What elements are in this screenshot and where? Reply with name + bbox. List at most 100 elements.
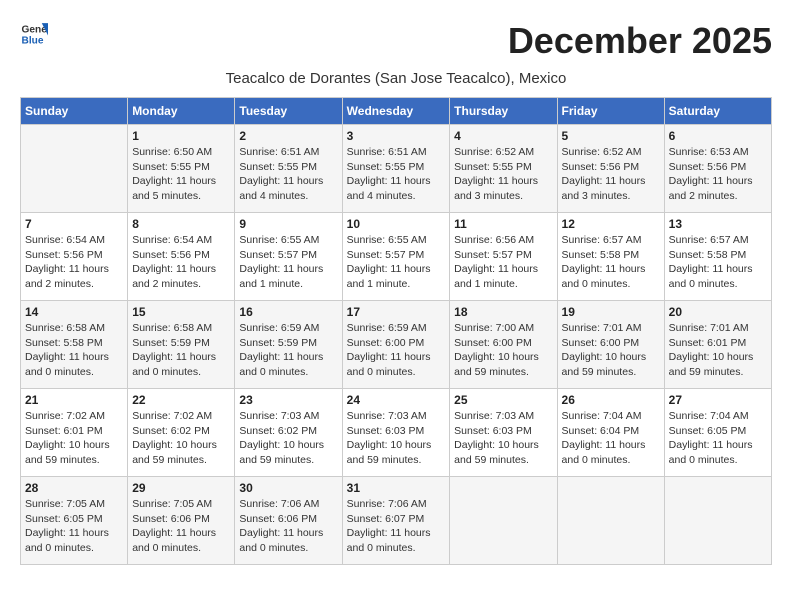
calendar-cell: 1Sunrise: 6:50 AM Sunset: 5:55 PM Daylig… [128, 125, 235, 213]
day-info: Sunrise: 6:50 AM Sunset: 5:55 PM Dayligh… [132, 145, 230, 204]
day-of-week-header: Sunday [21, 98, 128, 125]
day-info: Sunrise: 7:04 AM Sunset: 6:05 PM Dayligh… [669, 409, 767, 468]
day-info: Sunrise: 7:04 AM Sunset: 6:04 PM Dayligh… [562, 409, 660, 468]
logo: General Blue [20, 20, 52, 48]
day-number: 29 [132, 481, 230, 495]
calendar-cell: 2 Sunrise: 6:51 AM Sunset: 5:55 PM Daylig… [235, 125, 342, 213]
calendar-week-row: 1Sunrise: 6:50 AM Sunset: 5:55 PM Daylig… [21, 125, 772, 213]
calendar-cell: 14 Sunrise: 6:58 AM Sunset: 5:58 PM Dayli… [21, 301, 128, 389]
day-info: Sunrise: 6:58 AM Sunset: 5:58 PM Dayligh… [25, 321, 123, 380]
day-number: 27 [669, 393, 767, 407]
day-number: 18 [454, 305, 552, 319]
svg-text:Blue: Blue [22, 35, 44, 46]
day-number: 22 [132, 393, 230, 407]
day-info: Sunrise: 6:59 AM Sunset: 6:00 PM Dayligh… [347, 321, 446, 380]
calendar-cell: 20 Sunrise: 7:01 AM Sunset: 6:01 PM Dayli… [664, 301, 771, 389]
day-info: Sunrise: 6:59 AM Sunset: 5:59 PM Dayligh… [239, 321, 337, 380]
day-number: 15 [132, 305, 230, 319]
calendar-cell: 10Sunrise: 6:55 AM Sunset: 5:57 PM Dayli… [342, 213, 450, 301]
day-of-week-header: Monday [128, 98, 235, 125]
day-info: Sunrise: 6:52 AM Sunset: 5:56 PM Dayligh… [562, 145, 660, 204]
calendar-cell [664, 477, 771, 565]
day-info: Sunrise: 7:00 AM Sunset: 6:00 PM Dayligh… [454, 321, 552, 380]
day-number: 3 [347, 129, 446, 143]
calendar-cell: 26 Sunrise: 7:04 AM Sunset: 6:04 PM Dayli… [557, 389, 664, 477]
day-of-week-header: Thursday [450, 98, 557, 125]
day-info: Sunrise: 6:54 AM Sunset: 5:56 PM Dayligh… [25, 233, 123, 292]
month-title: December 2025 [508, 20, 772, 62]
day-number: 2 [239, 129, 337, 143]
calendar-cell: 9Sunrise: 6:55 AM Sunset: 5:57 PM Daylig… [235, 213, 342, 301]
day-info: Sunrise: 6:54 AM Sunset: 5:56 PM Dayligh… [132, 233, 230, 292]
calendar-cell: 27 Sunrise: 7:04 AM Sunset: 6:05 PM Dayli… [664, 389, 771, 477]
day-number: 10 [347, 217, 446, 231]
day-number: 20 [669, 305, 767, 319]
day-number: 4 [454, 129, 552, 143]
calendar-cell: 7 Sunrise: 6:54 AM Sunset: 5:56 PM Daylig… [21, 213, 128, 301]
calendar-cell: 12 Sunrise: 6:57 AM Sunset: 5:58 PM Dayli… [557, 213, 664, 301]
day-info: Sunrise: 6:57 AM Sunset: 5:58 PM Dayligh… [562, 233, 660, 292]
day-number: 31 [347, 481, 446, 495]
logo-icon: General Blue [20, 20, 48, 48]
calendar-cell: 15Sunrise: 6:58 AM Sunset: 5:59 PM Dayli… [128, 301, 235, 389]
day-info: Sunrise: 6:51 AM Sunset: 5:55 PM Dayligh… [347, 145, 446, 204]
day-info: Sunrise: 6:55 AM Sunset: 5:57 PM Dayligh… [239, 233, 337, 292]
day-number: 8 [132, 217, 230, 231]
calendar-cell [557, 477, 664, 565]
calendar-cell: 28 Sunrise: 7:05 AM Sunset: 6:05 PM Dayli… [21, 477, 128, 565]
calendar-cell: 3 Sunrise: 6:51 AM Sunset: 5:55 PM Daylig… [342, 125, 450, 213]
day-info: Sunrise: 6:56 AM Sunset: 5:57 PM Dayligh… [454, 233, 552, 292]
day-info: Sunrise: 7:02 AM Sunset: 6:02 PM Dayligh… [132, 409, 230, 468]
calendar-week-row: 14 Sunrise: 6:58 AM Sunset: 5:58 PM Dayli… [21, 301, 772, 389]
day-number: 13 [669, 217, 767, 231]
day-info: Sunrise: 6:52 AM Sunset: 5:55 PM Dayligh… [454, 145, 552, 204]
calendar-week-row: 28 Sunrise: 7:05 AM Sunset: 6:05 PM Dayli… [21, 477, 772, 565]
day-info: Sunrise: 6:51 AM Sunset: 5:55 PM Dayligh… [239, 145, 337, 204]
day-number: 5 [562, 129, 660, 143]
day-number: 25 [454, 393, 552, 407]
day-number: 11 [454, 217, 552, 231]
day-of-week-header: Tuesday [235, 98, 342, 125]
day-number: 12 [562, 217, 660, 231]
day-of-week-header: Wednesday [342, 98, 450, 125]
calendar-cell: 18 Sunrise: 7:00 AM Sunset: 6:00 PM Dayli… [450, 301, 557, 389]
day-number: 6 [669, 129, 767, 143]
calendar-table: SundayMondayTuesdayWednesdayThursdayFrid… [20, 97, 772, 565]
day-of-week-header: Friday [557, 98, 664, 125]
day-number: 26 [562, 393, 660, 407]
calendar-cell: 31Sunrise: 7:06 AM Sunset: 6:07 PM Dayli… [342, 477, 450, 565]
calendar-cell: 29Sunrise: 7:05 AM Sunset: 6:06 PM Dayli… [128, 477, 235, 565]
day-number: 24 [347, 393, 446, 407]
calendar-cell: 13Sunrise: 6:57 AM Sunset: 5:58 PM Dayli… [664, 213, 771, 301]
calendar-cell [21, 125, 128, 213]
day-number: 7 [25, 217, 123, 231]
day-info: Sunrise: 7:03 AM Sunset: 6:02 PM Dayligh… [239, 409, 337, 468]
day-info: Sunrise: 7:02 AM Sunset: 6:01 PM Dayligh… [25, 409, 123, 468]
calendar-cell: 16 Sunrise: 6:59 AM Sunset: 5:59 PM Dayli… [235, 301, 342, 389]
day-number: 16 [239, 305, 337, 319]
day-of-week-header: Saturday [664, 98, 771, 125]
calendar-cell: 8 Sunrise: 6:54 AM Sunset: 5:56 PM Daylig… [128, 213, 235, 301]
calendar-cell: 22 Sunrise: 7:02 AM Sunset: 6:02 PM Dayli… [128, 389, 235, 477]
day-number: 17 [347, 305, 446, 319]
day-number: 23 [239, 393, 337, 407]
calendar-cell: 19Sunrise: 7:01 AM Sunset: 6:00 PM Dayli… [557, 301, 664, 389]
calendar-cell: 23 Sunrise: 7:03 AM Sunset: 6:02 PM Dayli… [235, 389, 342, 477]
day-info: Sunrise: 6:53 AM Sunset: 5:56 PM Dayligh… [669, 145, 767, 204]
calendar-cell: 21 Sunrise: 7:02 AM Sunset: 6:01 PM Dayli… [21, 389, 128, 477]
calendar-cell: 24Sunrise: 7:03 AM Sunset: 6:03 PM Dayli… [342, 389, 450, 477]
calendar-week-row: 7 Sunrise: 6:54 AM Sunset: 5:56 PM Daylig… [21, 213, 772, 301]
calendar-cell: 17 Sunrise: 6:59 AM Sunset: 6:00 PM Dayli… [342, 301, 450, 389]
calendar-week-row: 21 Sunrise: 7:02 AM Sunset: 6:01 PM Dayli… [21, 389, 772, 477]
calendar-cell [450, 477, 557, 565]
day-info: Sunrise: 7:01 AM Sunset: 6:00 PM Dayligh… [562, 321, 660, 380]
day-number: 30 [239, 481, 337, 495]
day-info: Sunrise: 7:01 AM Sunset: 6:01 PM Dayligh… [669, 321, 767, 380]
page-header: General Blue December 2025 [20, 20, 772, 62]
day-number: 21 [25, 393, 123, 407]
calendar-cell: 4 Sunrise: 6:52 AM Sunset: 5:55 PM Daylig… [450, 125, 557, 213]
day-number: 28 [25, 481, 123, 495]
day-number: 14 [25, 305, 123, 319]
day-info: Sunrise: 7:05 AM Sunset: 6:05 PM Dayligh… [25, 497, 123, 556]
calendar-subtitle: Teacalco de Dorantes (San Jose Teacalco)… [20, 70, 772, 87]
